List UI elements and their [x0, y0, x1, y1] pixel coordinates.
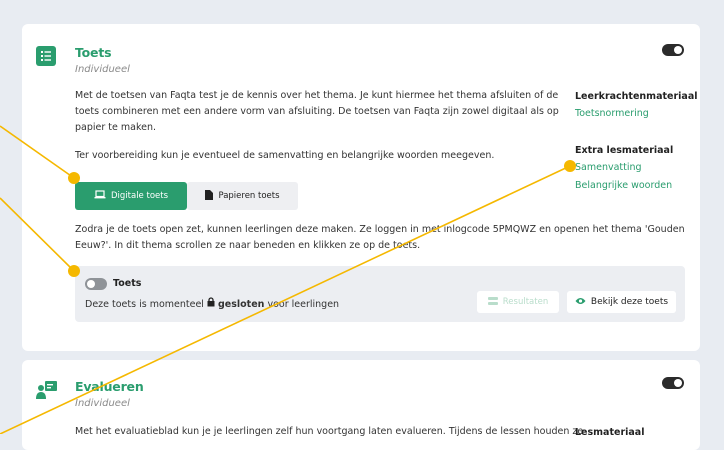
- toets-preparation-text: Ter voorbereiding kun je eventueel de sa…: [75, 150, 495, 161]
- paper-test-label: Papieren toets: [218, 191, 280, 201]
- results-icon: [487, 296, 498, 308]
- toets-panel-title: Toets: [113, 278, 142, 289]
- presenter-icon: [36, 380, 58, 404]
- extra-material-heading: Extra lesmateriaal: [575, 145, 674, 156]
- toets-intro-line-3: papier te maken.: [75, 122, 157, 133]
- evalueren-title: Evalueren: [75, 379, 144, 394]
- toets-instructions-line-2: Eeuw?'. In dit thema scrollen ze naar be…: [75, 240, 421, 251]
- belangrijke-woorden-link[interactable]: Belangrijke woorden: [575, 180, 672, 191]
- lesmateriaal-heading: Lesmateriaal: [575, 427, 645, 438]
- list-icon: [36, 46, 56, 66]
- evalueren-card: Evalueren Individueel Met het evaluatieb…: [22, 360, 700, 450]
- toets-intro-line-2: toets combineren met een andere vorm van…: [75, 106, 559, 117]
- toets-card: Toets Individueel Met de toetsen van Faq…: [22, 24, 700, 351]
- toets-open-toggle[interactable]: [85, 278, 107, 290]
- evalueren-card-toggle[interactable]: [662, 377, 684, 389]
- status-suffix: voor leerlingen: [267, 299, 340, 310]
- laptop-icon: [94, 190, 106, 202]
- samenvatting-link[interactable]: Samenvatting: [575, 162, 642, 173]
- view-test-button[interactable]: Bekijk deze toets: [567, 291, 676, 313]
- view-test-label: Bekijk deze toets: [590, 297, 669, 307]
- status-prefix: Deze toets is momenteel: [85, 299, 204, 310]
- digital-test-label: Digitale toets: [110, 191, 169, 201]
- paper-test-button[interactable]: Papieren toets: [187, 182, 298, 210]
- results-label: Resultaten: [502, 297, 549, 307]
- evalueren-subtitle: Individueel: [75, 398, 130, 409]
- teacher-material-heading: Leerkrachtenmateriaal: [575, 91, 698, 102]
- status-closed: gesloten: [218, 299, 265, 310]
- toets-status-panel: Toets Deze toets is momenteel gesloten v…: [75, 266, 685, 322]
- lock-icon: [207, 297, 215, 310]
- toets-card-toggle[interactable]: [662, 44, 684, 56]
- results-button[interactable]: Resultaten: [477, 291, 559, 313]
- evalueren-intro-line-1: Met het evaluatieblad kun je je leerling…: [75, 426, 584, 437]
- toets-title: Toets: [75, 45, 112, 60]
- digital-test-button[interactable]: Digitale toets: [75, 182, 187, 210]
- eye-icon: [575, 297, 586, 308]
- toetsnormering-link[interactable]: Toetsnormering: [575, 108, 649, 119]
- toets-instructions-line-1: Zodra je de toets open zet, kunnen leerl…: [75, 224, 685, 235]
- toets-intro-line-1: Met de toetsen van Faqta test je de kenn…: [75, 90, 559, 101]
- document-icon: [205, 189, 214, 203]
- toets-status-text: Deze toets is momenteel gesloten voor le…: [85, 297, 339, 310]
- toets-subtitle: Individueel: [75, 64, 130, 75]
